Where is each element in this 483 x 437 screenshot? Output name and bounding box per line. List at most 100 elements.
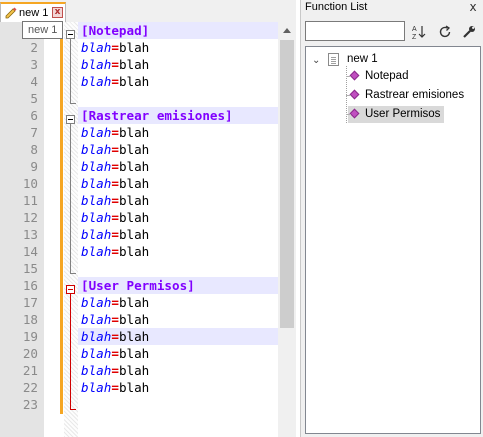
fold-line	[70, 294, 71, 409]
editor-line[interactable]: 12 blah=blah	[0, 209, 296, 226]
setting-value: blah	[118, 142, 150, 157]
line-code: blah=blah	[78, 243, 278, 260]
editor-line[interactable]: 11 blah=blah	[0, 192, 296, 209]
function-tree[interactable]: ⌄ new 1 Notepad Rastrear emisiones User Pe…	[305, 46, 481, 434]
tree-item-label: Notepad	[365, 70, 409, 82]
line-code: blah=blah	[78, 141, 278, 158]
panel-close-icon[interactable]: x	[466, 0, 480, 14]
tab-close-icon[interactable]: x	[52, 7, 63, 18]
line-code: [Notepad]	[78, 22, 278, 39]
editor-line[interactable]: 23	[0, 396, 296, 413]
editor-line[interactable]: 14 blah=blah	[0, 243, 296, 260]
setting-key: blah	[81, 346, 112, 361]
vertical-scrollbar[interactable]	[278, 22, 296, 437]
assign-operator: =	[111, 346, 119, 361]
setting-value: blah	[118, 380, 150, 395]
line-code: blah=blah	[78, 379, 278, 396]
tab-new-1[interactable]: new 1 x	[0, 2, 66, 22]
svg-text:A: A	[412, 26, 417, 33]
editor-line[interactable]: 18 blah=blah	[0, 311, 296, 328]
assign-operator: =	[111, 159, 119, 174]
editor-line[interactable]: 7 blah=blah	[0, 124, 296, 141]
fold-end	[70, 103, 76, 104]
setting-key: blah	[81, 227, 112, 242]
search-input[interactable]	[305, 21, 405, 41]
editor-line[interactable]: 8 blah=blah	[0, 141, 296, 158]
editor-line[interactable]: 21 blah=blah	[0, 362, 296, 379]
scroll-up-arrow-icon[interactable]	[278, 22, 296, 39]
setting-value: blah	[118, 40, 150, 55]
line-code: blah=blah	[78, 124, 278, 141]
line-number: 19	[22, 329, 38, 344]
setting-key: blah	[81, 380, 112, 395]
settings-wrench-icon[interactable]	[459, 22, 479, 42]
line-number: 23	[22, 397, 38, 412]
function-icon	[346, 71, 359, 80]
line-number: 3	[30, 57, 38, 72]
editor-line[interactable]: 20 blah=blah	[0, 345, 296, 362]
setting-value: blah	[118, 159, 150, 174]
line-number: 14	[22, 244, 38, 259]
editor-line[interactable]: 9 blah=blah	[0, 158, 296, 175]
fold-toggle-icon[interactable]	[66, 30, 75, 39]
setting-value: blah	[118, 210, 150, 225]
line-code: blah=blah	[78, 294, 278, 311]
editor-line[interactable]: 10 blah=blah	[0, 175, 296, 192]
assign-operator: =	[111, 142, 119, 157]
editor-line[interactable]: 15	[0, 260, 296, 277]
editor-line[interactable]: 4 blah=blah	[0, 73, 296, 90]
fold-line	[70, 39, 71, 103]
tree-item-function[interactable]: Notepad	[346, 68, 409, 85]
fold-toggle-icon[interactable]	[66, 115, 75, 124]
scroll-thumb[interactable]	[280, 40, 294, 328]
tree-item-function[interactable]: Rastrear emisiones	[346, 87, 464, 104]
editor-line[interactable]: 5	[0, 90, 296, 107]
setting-key: blah	[81, 210, 112, 225]
function-list-panel: Function List x A Z ⌄ new 1 Notepad Rastr…	[300, 0, 483, 437]
editor-line[interactable]: 19 blah=blah	[0, 328, 296, 345]
pencil-icon	[5, 7, 17, 19]
line-number: 10	[22, 176, 38, 191]
editor-line[interactable]: 22 blah=blah	[0, 379, 296, 396]
line-code: blah=blah	[78, 39, 278, 56]
setting-value: blah	[118, 125, 150, 140]
line-code: blah=blah	[78, 209, 278, 226]
setting-key: blah	[81, 193, 112, 208]
editor-area[interactable]: 1[Notepad]2blah=blah3blah=blah4blah=blah…	[0, 22, 296, 437]
tree-root-node[interactable]: new 1	[328, 51, 438, 68]
fold-toggle-icon[interactable]	[66, 285, 75, 294]
reload-icon[interactable]	[435, 22, 455, 42]
editor-line[interactable]: 13 blah=blah	[0, 226, 296, 243]
tree-item-function[interactable]: User Permisos	[346, 106, 445, 123]
assign-operator: =	[111, 176, 119, 191]
editor-line[interactable]: 6 [Rastrear emisiones]	[0, 107, 296, 124]
line-number: 6	[30, 108, 38, 123]
setting-value: blah	[118, 329, 150, 344]
editor-line[interactable]: 2 blah=blah	[0, 39, 296, 56]
line-code: [Rastrear emisiones]	[78, 107, 278, 124]
line-code: blah=blah	[78, 73, 278, 90]
tree-root-label: new 1	[347, 53, 378, 65]
fold-end	[70, 273, 76, 274]
line-number: 2	[30, 40, 38, 55]
line-code: blah=blah	[78, 56, 278, 73]
line-number: 5	[30, 91, 38, 106]
line-code: blah=blah	[78, 345, 278, 362]
line-number: 20	[22, 346, 38, 361]
editor-line[interactable]: 3 blah=blah	[0, 56, 296, 73]
line-number: 11	[22, 193, 38, 208]
assign-operator: =	[111, 329, 119, 344]
setting-key: blah	[81, 142, 112, 157]
setting-value: blah	[118, 295, 150, 310]
line-code: blah=blah	[78, 311, 278, 328]
line-number: 15	[22, 261, 38, 276]
chevron-down-icon[interactable]: ⌄	[312, 55, 320, 66]
line-code: blah=blah	[78, 158, 278, 175]
setting-key: blah	[81, 74, 112, 89]
editor-line[interactable]: 16 [User Permisos]	[0, 277, 296, 294]
sort-az-icon[interactable]: A Z	[409, 22, 429, 42]
line-code: blah=blah	[78, 362, 278, 379]
editor-line[interactable]: 17 blah=blah	[0, 294, 296, 311]
